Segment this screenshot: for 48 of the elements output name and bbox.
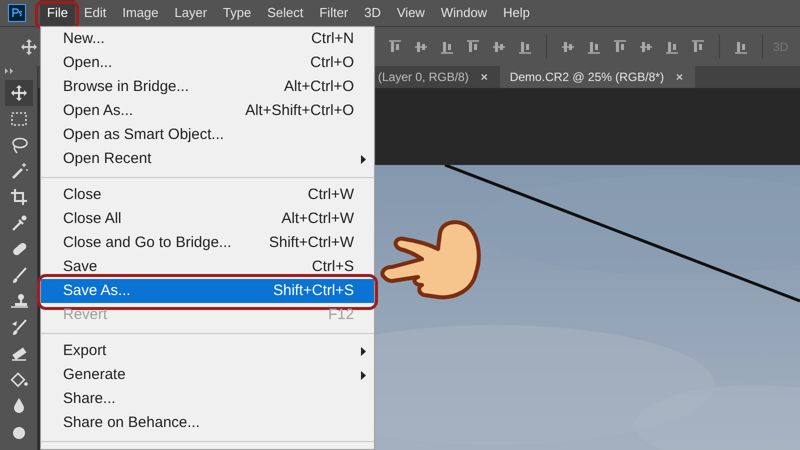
shortcut-label: Alt+Ctrl+W xyxy=(281,208,354,229)
menu-item[interactable]: Close All Alt+Ctrl+W xyxy=(41,207,374,231)
menu-bar-item[interactable]: Help xyxy=(496,0,537,26)
menu-item[interactable]: New... Ctrl+N xyxy=(41,27,374,51)
align-icon[interactable] xyxy=(465,38,481,54)
menu-item[interactable]: Export xyxy=(41,339,374,363)
menu-item[interactable]: Share on Behance... xyxy=(41,411,374,435)
align-icon[interactable] xyxy=(690,38,706,54)
menu-item[interactable]: Close and Go to Bridge... Shift+Ctrl+W xyxy=(41,231,374,255)
shortcut-label: Ctrl+W xyxy=(308,184,354,205)
move-tool-icon[interactable] xyxy=(20,38,38,56)
menu-bar-item[interactable]: Type xyxy=(216,0,258,26)
shortcut-label: Ctrl+O xyxy=(310,52,354,73)
menu-item[interactable]: Save Ctrl+S xyxy=(41,255,374,279)
menu-bar-item[interactable]: Filter xyxy=(312,0,356,26)
menu-item[interactable]: Save As... Shift+Ctrl+S xyxy=(41,279,374,303)
menu-bar-item[interactable]: 3D xyxy=(357,0,388,26)
expand-icon[interactable] xyxy=(5,68,15,74)
shortcut-label: Shift+Ctrl+S xyxy=(273,280,354,301)
tab-title: (Layer 0, RGB/8) xyxy=(378,69,469,86)
menu-item[interactable]: Open Recent xyxy=(41,147,374,171)
menu-bar-item[interactable]: Select xyxy=(260,0,310,26)
shortcut-label: Shift+Ctrl+W xyxy=(268,232,354,253)
close-tab-button[interactable]: × xyxy=(480,68,488,86)
menu-bar-item[interactable]: Edit xyxy=(76,0,114,26)
move-icon[interactable] xyxy=(4,80,32,106)
shortcut-label: Ctrl+S xyxy=(312,256,354,277)
menu-item[interactable]: Open... Ctrl+O xyxy=(41,51,374,75)
menu-bar-item[interactable]: View xyxy=(390,0,432,26)
menu-item[interactable]: Share... xyxy=(41,387,374,411)
app-logo-icon[interactable] xyxy=(8,4,26,22)
close-tab-button[interactable]: × xyxy=(676,68,683,86)
menu-item[interactable]: Open as Smart Object... xyxy=(41,123,374,147)
menu-bar-item[interactable]: Layer xyxy=(168,0,214,26)
menu-bar-item[interactable]: Window xyxy=(434,0,494,26)
shortcut-label: F12 xyxy=(328,304,354,325)
shortcut-label: Alt+Shift+Ctrl+O xyxy=(245,100,354,121)
menu-item[interactable]: Open As... Alt+Shift+Ctrl+O xyxy=(41,99,374,123)
shortcut-label: Alt+Ctrl+O xyxy=(284,76,354,97)
align-icon[interactable] xyxy=(612,38,628,54)
document-tab[interactable]: Demo.CR2 @ 25% (RGB/8*) × xyxy=(500,66,695,88)
menu-item[interactable]: Close Ctrl+W xyxy=(41,183,374,207)
menu-bar-item[interactable]: Image xyxy=(115,0,166,26)
shortcut-label: Ctrl+N xyxy=(311,28,354,49)
menu-item[interactable]: Browse in Bridge... Alt+Ctrl+O xyxy=(41,75,374,99)
menu-item[interactable]: Generate xyxy=(41,363,374,387)
tab-title: Demo.CR2 @ 25% (RGB/8*) xyxy=(510,69,664,86)
align-icon[interactable] xyxy=(387,38,403,54)
